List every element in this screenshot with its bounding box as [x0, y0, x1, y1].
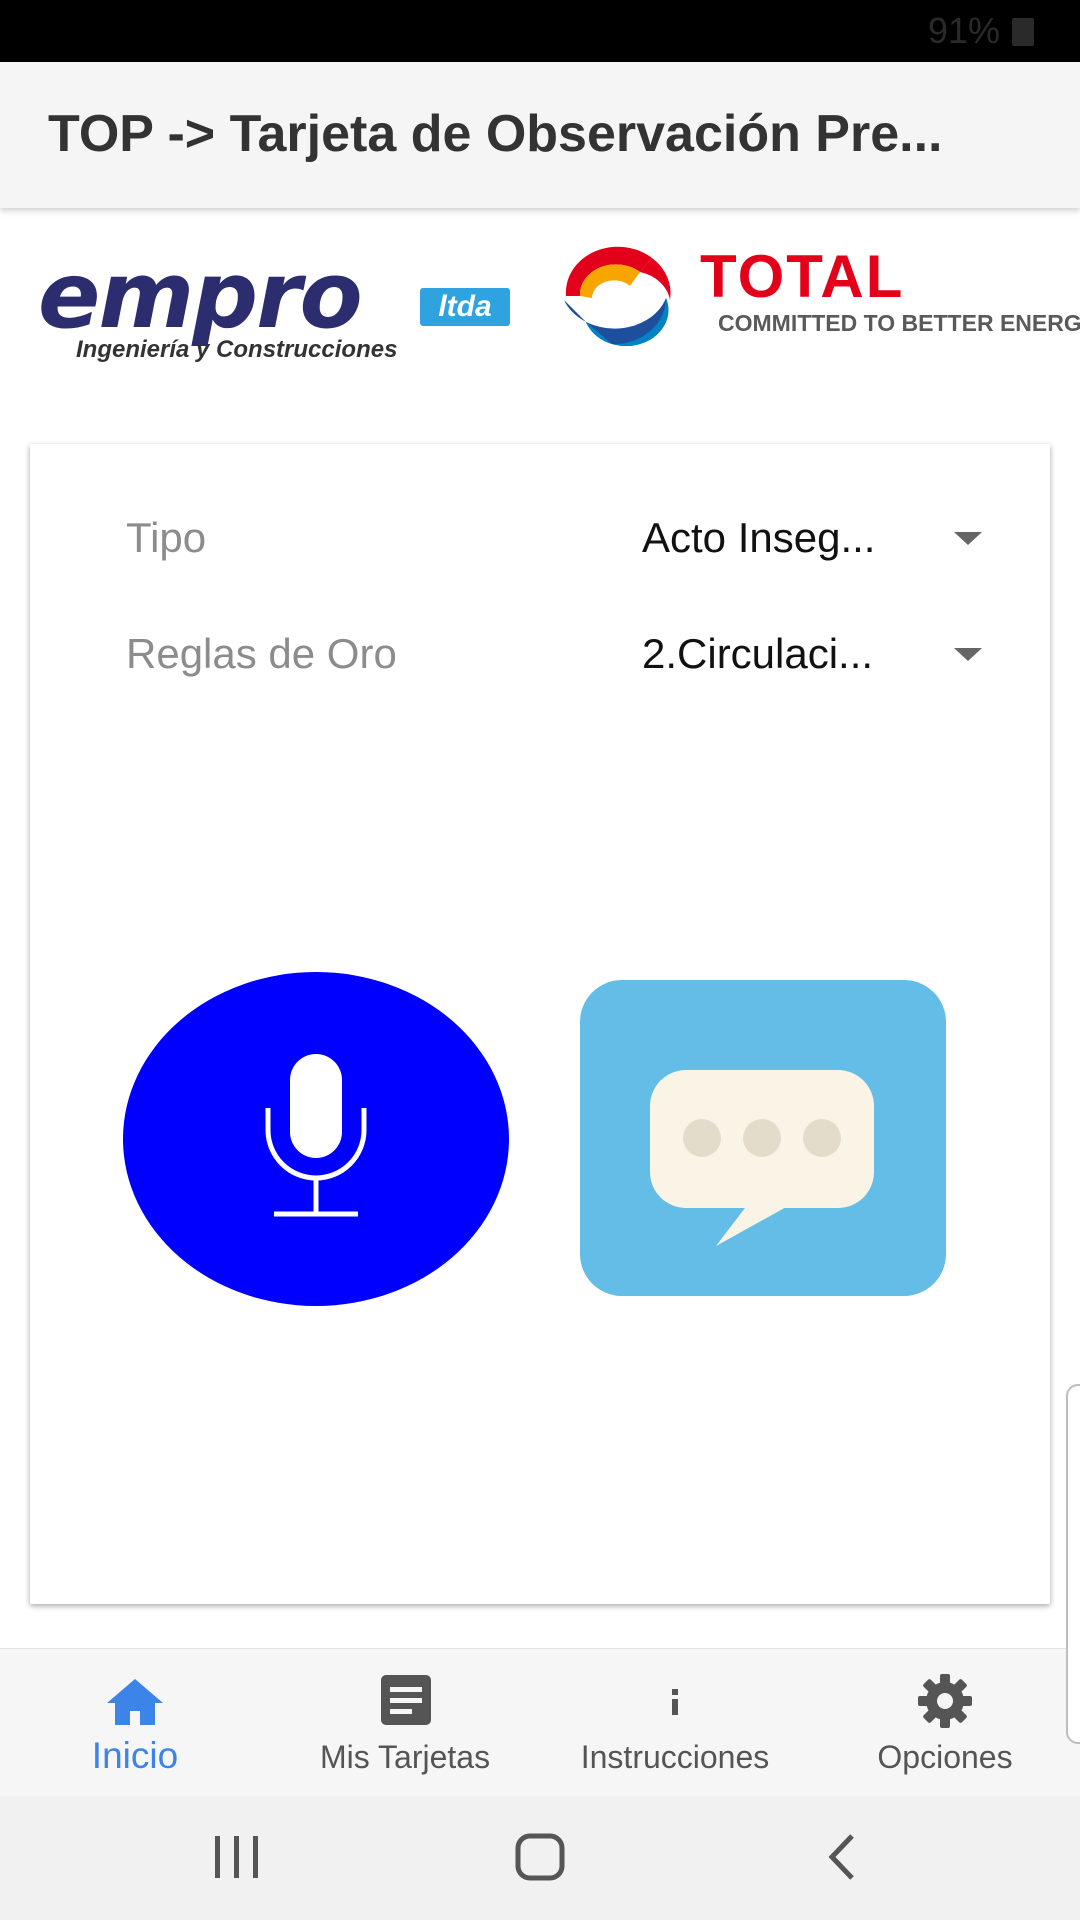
edge-panel-handle[interactable]: [1066, 1384, 1080, 1744]
battery-percentage: 91%: [927, 10, 1000, 51]
system-navigation-bar: [0, 1796, 1080, 1920]
reglas-de-oro-row: Reglas de Oro 2.Circulaci...: [126, 618, 996, 698]
home-icon: [107, 1679, 163, 1725]
tipo-label: Tipo: [126, 514, 207, 561]
app-bar: TOP -> Tarjeta de Observación Pre...: [0, 62, 1080, 208]
gear-icon: [918, 1674, 972, 1728]
nav-label-opciones: Opciones: [877, 1739, 1013, 1775]
tipo-dropdown[interactable]: Acto Inseg...: [642, 502, 982, 582]
voice-input-button[interactable]: [123, 972, 509, 1306]
nav-item-inicio[interactable]: Inicio: [0, 1649, 270, 1797]
nav-label-mis-tarjetas: Mis Tarjetas: [319, 1739, 491, 1775]
empro-logo-subtitle: Ingeniería y Construcciones: [76, 336, 398, 363]
dropdown-arrow-icon: [954, 648, 982, 661]
cards-list-icon: [381, 1675, 431, 1725]
observation-card: Tipo Acto Inseg... Reglas de Oro 2.Circu…: [30, 444, 1050, 1604]
empro-logo-badge: ltda: [420, 288, 510, 326]
battery-icon: [1012, 18, 1034, 46]
total-logo-word: TOTAL: [700, 243, 905, 310]
nav-label-inicio: Inicio: [91, 1735, 179, 1776]
recent-apps-icon[interactable]: [197, 1828, 277, 1888]
status-bar: 91%: [0, 0, 1080, 62]
empro-logo-word: empro: [38, 242, 363, 349]
tipo-row: Tipo Acto Inseg...: [126, 502, 996, 582]
nav-item-instrucciones[interactable]: Instrucciones: [540, 1649, 810, 1797]
chat-bubble-icon: [650, 1070, 874, 1246]
home-circle-icon[interactable]: [500, 1828, 580, 1888]
nav-item-opciones[interactable]: Opciones: [810, 1649, 1080, 1797]
logo-banner: empro ltda Ingeniería y Construcciones T…: [0, 208, 1080, 438]
microphone-icon: [265, 1054, 367, 1217]
back-icon[interactable]: [800, 1828, 880, 1888]
total-logo: TOTAL COMMITTED TO BETTER ENERGY: [556, 238, 1080, 358]
total-logo-tagline: COMMITTED TO BETTER ENERGY: [718, 310, 1080, 336]
dropdown-arrow-icon: [954, 532, 982, 545]
page-title: TOP -> Tarjeta de Observación Pre...: [48, 105, 943, 163]
nav-item-mis-tarjetas[interactable]: Mis Tarjetas: [270, 1649, 540, 1797]
reglas-de-oro-dropdown[interactable]: 2.Circulaci...: [642, 618, 982, 698]
bottom-navigation: Inicio Mis Tarjetas Instrucciones Opcion…: [0, 1648, 1080, 1796]
tipo-selected-value: Acto Inseg...: [642, 514, 876, 561]
reglas-de-oro-selected-value: 2.Circulaci...: [642, 630, 874, 677]
text-input-button[interactable]: [580, 980, 946, 1296]
reglas-de-oro-label: Reglas de Oro: [126, 630, 397, 677]
info-icon: [672, 1689, 678, 1715]
empro-logo: empro ltda Ingeniería y Construcciones: [30, 248, 510, 368]
nav-label-instrucciones: Instrucciones: [580, 1739, 770, 1775]
total-emblem-icon: [560, 246, 676, 347]
